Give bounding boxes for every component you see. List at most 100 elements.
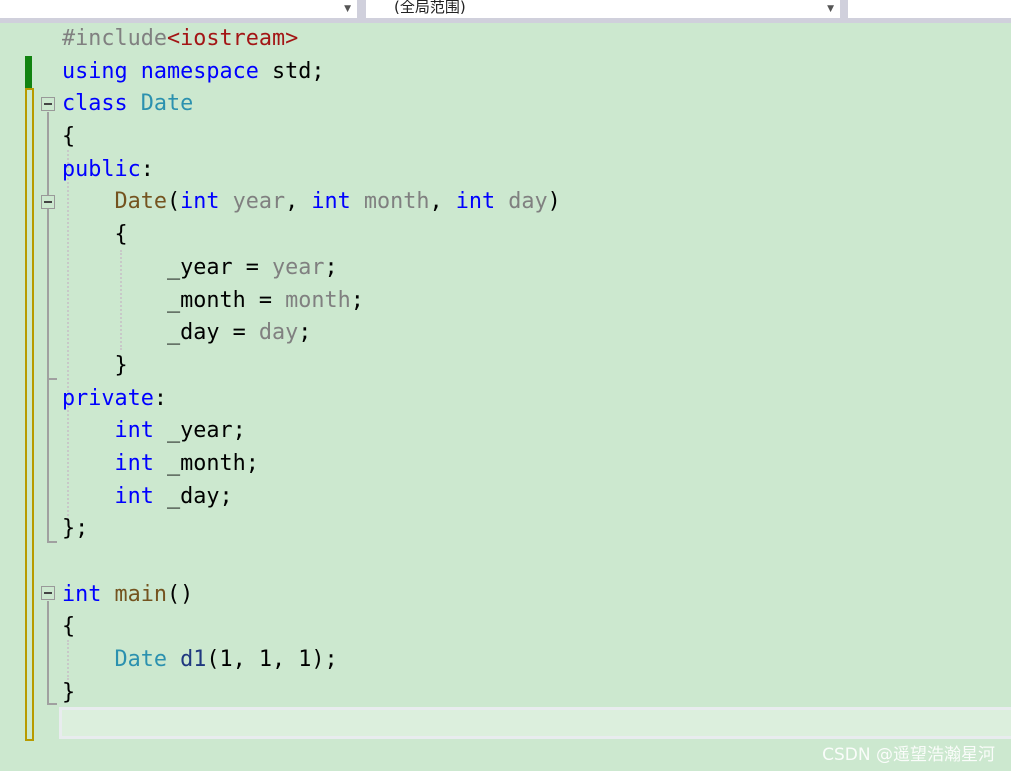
code-token: month [285,287,351,313]
code-line[interactable]: { [62,611,561,644]
code-line[interactable] [62,546,561,579]
code-token: int [455,189,496,215]
code-token: Date [114,647,168,673]
code-token: private [62,385,154,411]
code-token: std; [258,58,325,84]
code-token: _year; [153,418,246,444]
code-line[interactable]: _day = day; [62,317,561,350]
code-line[interactable]: _month = month; [62,285,561,318]
outline-end [47,703,57,705]
code-line[interactable]: private: [62,383,561,416]
code-token: month [363,189,430,215]
code-token: day [258,320,299,346]
code-token: : [153,385,167,411]
code-token: namespace [140,58,259,84]
unsaved-change-marker [25,88,34,741]
collapse-class-icon[interactable] [41,97,55,111]
code-editor[interactable]: #include<iostream> using namespace std; cl… [62,23,561,709]
code-line[interactable]: }; [62,513,561,546]
collapse-constructor-icon[interactable] [41,195,55,209]
code-token: ; [350,287,364,313]
type-dropdown[interactable]: ▼ [0,0,357,18]
code-token: : [140,156,154,182]
code-token: { [62,222,128,248]
saved-change-marker [25,56,32,88]
code-token: _day; [153,483,233,509]
code-token: int [114,450,154,476]
code-token: Date [140,91,194,117]
code-token: (1, 1, 1); [206,647,338,673]
code-token: ; [298,320,312,346]
code-token: { [62,124,76,150]
code-line[interactable]: int main() [62,579,561,612]
collapse-main-icon[interactable] [41,586,55,600]
code-line[interactable]: int _year; [62,415,561,448]
code-token: public [62,156,141,182]
code-line[interactable]: { [62,219,561,252]
code-line[interactable]: class Date [62,88,561,121]
code-line[interactable]: #include<iostream> [62,23,561,56]
code-line[interactable]: Date d1(1, 1, 1); [62,644,561,677]
code-line[interactable]: { [62,121,561,154]
code-token: Date [114,189,168,215]
code-line[interactable]: } [62,677,561,710]
current-line-highlight [59,707,1011,739]
code-token: , [429,189,456,215]
code-token: } [62,679,76,705]
code-token: int [62,581,102,607]
code-token: } [62,352,128,378]
code-token: <iostream> [166,26,299,51]
code-token: using [62,58,128,84]
scope-dropdown-value: (全局范围) [394,0,466,16]
code-token: }; [62,516,89,542]
code-token: year [271,254,325,280]
code-token: ( [167,189,181,215]
scope-dropdown[interactable]: (全局范围) ▼ [366,0,840,18]
member-dropdown[interactable] [848,0,1011,18]
navigation-bar: ▼ (全局范围) ▼ [0,0,1011,23]
code-token: _month; [153,450,259,476]
outline-end [47,541,57,543]
code-token: { [62,614,76,640]
outline-line [47,601,49,705]
code-line[interactable]: int _month; [62,448,561,481]
chevron-down-icon: ▼ [827,4,834,14]
outline-line [47,112,49,543]
code-token: _year = [62,254,272,280]
code-token: _month = [62,287,286,313]
chevron-down-icon: ▼ [344,4,351,14]
code-token: main [114,581,168,607]
code-line[interactable]: Date(int year, int month, int day) [62,186,561,219]
code-token: #include [62,26,167,51]
code-line[interactable]: public: [62,154,561,187]
code-token: ; [324,254,338,280]
code-token: day [508,189,548,215]
code-line[interactable]: int _day; [62,481,561,514]
code-token: int [114,418,154,444]
outline-end [47,378,57,380]
code-line[interactable]: } [62,350,561,383]
code-token: _day = [62,320,259,346]
code-token: int [114,483,154,509]
code-token: , [285,189,312,215]
watermark: CSDN @遥望浩瀚星河 [822,745,995,765]
code-line[interactable]: using namespace std; [62,56,561,89]
code-token: year [232,189,286,215]
code-token: int [311,189,351,215]
code-line[interactable]: _year = year; [62,252,561,285]
code-token: ) [547,189,561,215]
code-token: d1 [180,647,207,673]
code-token: class [62,91,128,117]
code-token: int [180,189,220,215]
